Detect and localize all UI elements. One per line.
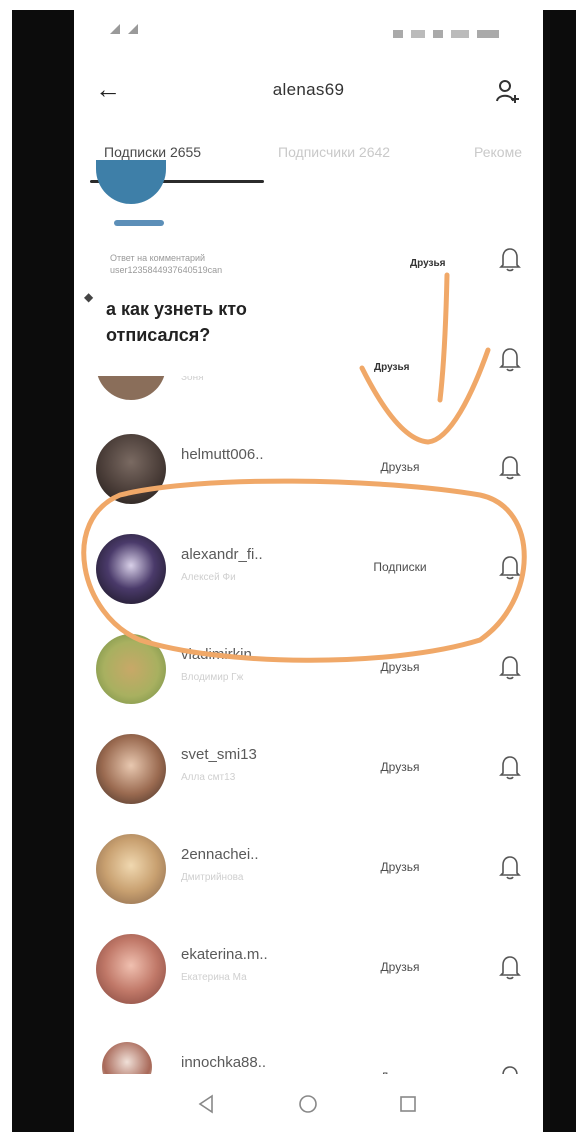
profile-header: ← alenas69	[74, 68, 543, 112]
hidden-row-1-status[interactable]: Друзья	[410, 258, 445, 269]
list-item[interactable]: svet_smi13 Алла смт13 Друзья	[74, 720, 543, 820]
phone-screen: ← alenas69 Подписки 2655 Подписчики 2642…	[74, 10, 543, 1132]
system-nav-bar	[74, 1074, 543, 1132]
status-left	[110, 24, 138, 34]
comment-text: а как узнеть кто отписался?	[106, 299, 247, 345]
add-user-icon[interactable]	[495, 78, 521, 104]
list-item[interactable]: vladimirkin.. Влодимир Гж Друзья	[74, 620, 543, 720]
display-name: Алексей Фи	[181, 572, 236, 583]
right-black-bar	[543, 10, 576, 1132]
username[interactable]: innochka88..	[181, 1054, 266, 1071]
screenshot-frame: ← alenas69 Подписки 2655 Подписчики 2642…	[0, 0, 588, 1132]
username[interactable]: svet_smi13	[181, 746, 257, 763]
username[interactable]: 2ennachei..	[181, 846, 259, 863]
status-button[interactable]: Подписки	[360, 560, 440, 574]
avatar[interactable]	[96, 934, 166, 1004]
username[interactable]: alexandr_fi..	[181, 546, 263, 563]
bell-icon[interactable]	[498, 454, 522, 480]
bell-icon[interactable]	[498, 246, 522, 272]
bell-icon[interactable]	[498, 654, 522, 680]
status-button[interactable]: Друзья	[360, 660, 440, 674]
status-icons	[393, 30, 499, 38]
username[interactable]: helmutt006..	[181, 446, 264, 463]
avatar[interactable]	[96, 634, 166, 704]
avatar[interactable]	[96, 534, 166, 604]
status-button[interactable]: Друзья	[360, 960, 440, 974]
nav-home-icon[interactable]	[296, 1092, 320, 1116]
bell-icon[interactable]	[498, 554, 522, 580]
list-item[interactable]: 2ennachei.. Дмитрийнова Друзья	[74, 820, 543, 920]
comment-bubble-icon: ◆	[84, 290, 94, 304]
signal-icon-2	[128, 24, 138, 34]
tab-followers[interactable]: Подписчики 2642	[278, 144, 390, 160]
tab-recommended[interactable]: Рекоме	[474, 144, 522, 160]
display-name: Дмитрийнова	[181, 872, 244, 883]
bell-icon[interactable]	[498, 854, 522, 880]
comment-overlay: Ответ на комментарий user123584493764051…	[74, 238, 314, 376]
comment-reply-text: Ответ на комментарий user123584493764051…	[110, 253, 223, 275]
partial-avatar-second	[114, 220, 164, 226]
status-bar	[74, 10, 543, 60]
hidden-row-2-status[interactable]: Друзья	[374, 362, 409, 373]
display-name: Влодимир Гж	[181, 672, 244, 683]
display-name: Екатерина Ма	[181, 972, 247, 983]
username[interactable]: ekaterina.m..	[181, 946, 268, 963]
partial-avatar-top	[96, 160, 166, 204]
username[interactable]: vladimirkin..	[181, 646, 260, 663]
bell-icon[interactable]	[498, 754, 522, 780]
status-right	[393, 28, 503, 43]
nav-back-icon[interactable]	[194, 1092, 218, 1116]
page-title: alenas69	[272, 80, 345, 99]
bell-icon[interactable]	[498, 954, 522, 980]
status-button[interactable]: Друзья	[360, 760, 440, 774]
status-button[interactable]: Друзья	[360, 860, 440, 874]
bell-icon[interactable]	[498, 346, 522, 372]
nav-recents-icon[interactable]	[396, 1092, 420, 1116]
left-black-bar	[12, 10, 74, 1132]
list-item[interactable]: alexandr_fi.. Алексей Фи Подписки	[74, 520, 543, 620]
list-item[interactable]: helmutt006.. Друзья	[74, 420, 543, 520]
signal-icon	[110, 24, 120, 34]
avatar[interactable]	[96, 434, 166, 504]
status-button[interactable]: Друзья	[360, 460, 440, 474]
list-item[interactable]: ekaterina.m.. Екатерина Ма Друзья	[74, 920, 543, 1020]
avatar[interactable]	[96, 834, 166, 904]
display-name: Алла смт13	[181, 772, 236, 783]
avatar[interactable]	[96, 734, 166, 804]
tab-following[interactable]: Подписки 2655	[104, 144, 201, 160]
